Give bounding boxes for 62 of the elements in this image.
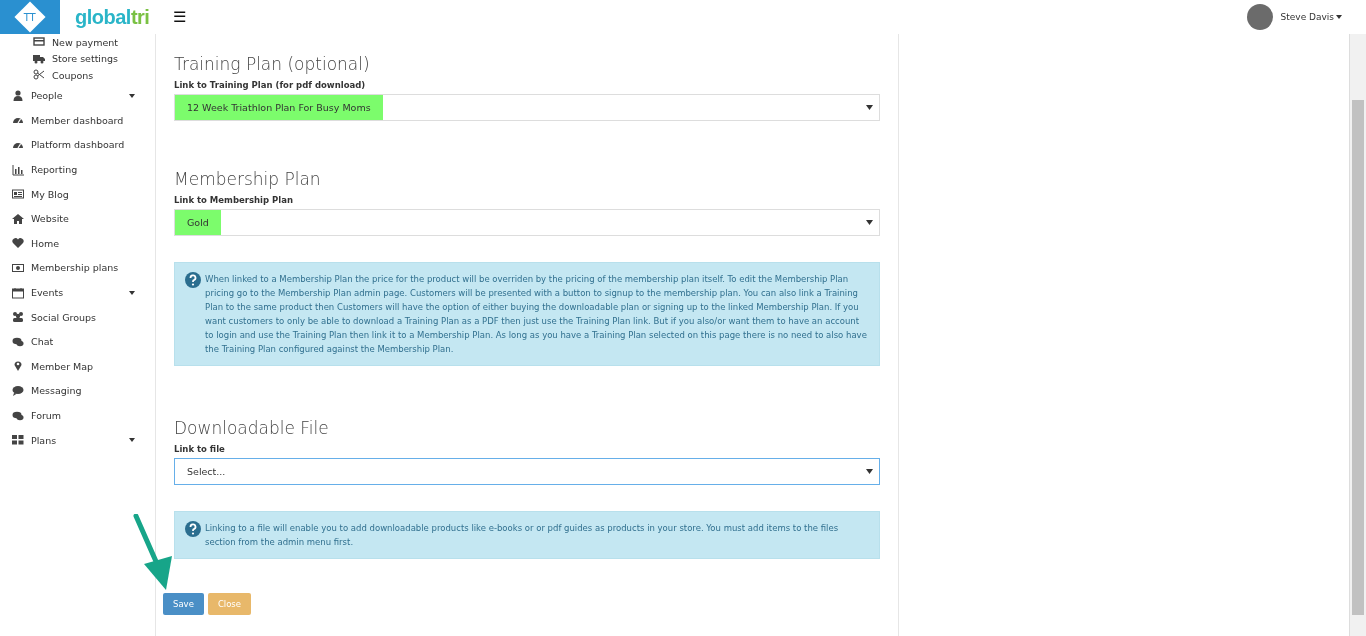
caret-icon — [129, 290, 135, 295]
banknote-icon — [12, 261, 24, 274]
newspaper-icon — [12, 188, 24, 201]
sidebar-item[interactable]: Reporting — [0, 157, 155, 182]
user-menu[interactable]: Steve Davis — [1280, 12, 1342, 22]
info-text: Linking to a file will enable you to add downloadable products like e-books or or pdf guides as products in your store. You must add items to the files section from the admin menu first. — [205, 522, 840, 549]
sidebar-item[interactable]: Member dashboard — [0, 108, 155, 133]
chat-icon — [12, 335, 24, 348]
section-heading: Training Plan (optional) — [174, 54, 371, 74]
chat-icon — [12, 409, 24, 422]
sidebar-item[interactable]: Membership plans — [0, 255, 155, 281]
logo-mark: TT — [0, 0, 60, 34]
sidebar-item[interactable]: Store settings — [0, 50, 155, 67]
sidebar-item[interactable]: Events — [0, 280, 155, 305]
heart-icon — [12, 237, 24, 250]
card-icon — [33, 36, 45, 49]
select-value: Select... — [186, 465, 227, 479]
sidebar-item[interactable]: Chat — [0, 329, 155, 355]
caret-icon — [129, 438, 135, 443]
caret-icon — [129, 93, 135, 98]
speech-bubble-icon — [12, 384, 24, 397]
scrollbar[interactable] — [1349, 34, 1366, 636]
sidebar-item[interactable]: Website — [0, 206, 155, 232]
map-pin-icon — [12, 360, 24, 373]
caret-icon — [1336, 15, 1342, 19]
sidebar-item[interactable]: My Blog — [0, 181, 155, 207]
sidebar-item[interactable]: Social Groups — [0, 304, 155, 330]
help-icon — [185, 521, 201, 537]
sidebar-item[interactable]: New payment — [0, 34, 155, 51]
field-label: Link to file — [174, 444, 226, 454]
field-label: Link to Training Plan (for pdf download) — [174, 80, 367, 90]
select-field[interactable]: 12 Week Triathlon Plan For Busy Moms — [174, 94, 880, 121]
dropdown-arrow-icon — [866, 469, 873, 474]
grid-icon — [12, 434, 24, 447]
sidebar-item[interactable]: Messaging — [0, 378, 155, 404]
person-icon — [12, 89, 24, 102]
people-icon — [12, 311, 24, 324]
sidebar-item[interactable]: Plans — [0, 427, 155, 453]
scissors-icon — [33, 69, 45, 82]
dropdown-arrow-icon — [866, 220, 873, 225]
select-value: Gold — [175, 210, 221, 235]
bar-chart-icon — [12, 163, 24, 176]
sidebar-item[interactable]: People — [0, 83, 155, 109]
house-icon — [12, 212, 24, 225]
field-label: Link to Membership Plan — [174, 195, 294, 205]
calendar-icon — [12, 286, 24, 299]
sidebar-item[interactable]: Platform dashboard — [0, 132, 155, 158]
sidebar-item[interactable]: Coupons — [0, 67, 155, 84]
truck-icon — [33, 52, 45, 65]
sidebar-item[interactable]: Home — [0, 231, 155, 256]
select-value: 12 Week Triathlon Plan For Busy Moms — [175, 95, 383, 120]
select-field[interactable]: Select... — [174, 458, 880, 485]
sidebar-item[interactable]: Member Map — [0, 354, 155, 379]
select-field[interactable]: Gold — [174, 209, 880, 236]
info-text: When linked to a Membership Plan the price for the product will be overriden by the pricing of the membership plan itself. To edit the Membership Plan pricing go to the Membership Plan admin page. Customers will be presented with a button to signup to the membership plan. You can also link a Training Plan to the same product then Customers will have the option of either buying the downloadable plan or signing up to the linked Membership Plan. If you want customers to only be able to download a Training Plan as a PDF then just use the Training Plan link. But if you also/or want them to have an account to login and use the Training Plan then link it to a Membership Plan. As long as you have a Training Plan selected on this page there is no need to also have the Training Plan configured against the Membership Plan. — [205, 273, 868, 356]
menu-button[interactable]: ☰ — [169, 8, 191, 26]
section-heading: Downloadable File — [174, 418, 330, 438]
help-icon — [185, 272, 201, 288]
avatar[interactable] — [1246, 4, 1273, 30]
sidebar-item[interactable]: Forum — [0, 403, 155, 428]
dropdown-arrow-icon — [866, 105, 873, 110]
section-heading: Membership Plan — [174, 169, 322, 189]
